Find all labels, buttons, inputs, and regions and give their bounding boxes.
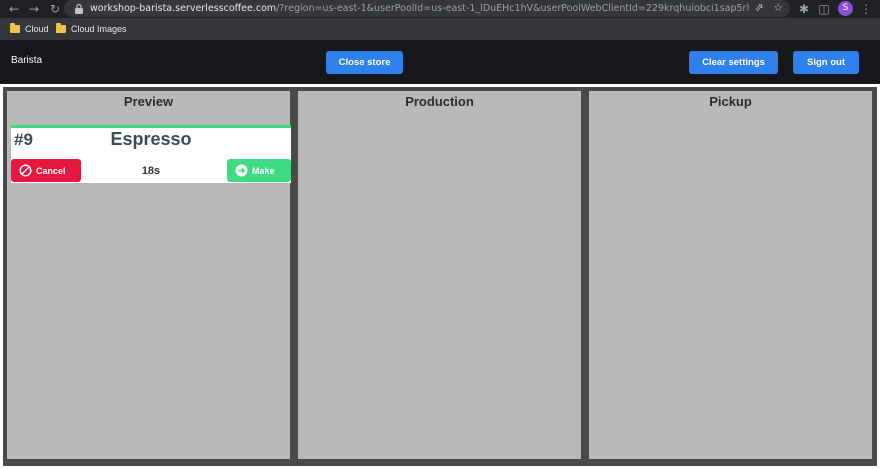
column-preview: Preview #9 Espresso 18s Cancel Make [7,91,291,459]
app-header: Barista Close store Clear settings Sign … [0,40,880,84]
column-production: Production [298,91,581,459]
forward-icon[interactable]: → [26,1,42,17]
column-title: Production [405,94,474,109]
url-text: workshop-barista.serverlesscoffee.com/?r… [90,3,750,14]
menu-icon[interactable]: ⋮ [858,1,874,17]
close-store-button[interactable]: Close store [326,51,403,74]
bookmark-label: Cloud [25,24,49,34]
make-button[interactable]: Make [227,159,291,182]
column-pickup: Pickup [589,91,872,459]
drink-name: Espresso [110,129,192,149]
cancel-icon [19,164,32,177]
cancel-button[interactable]: Cancel [11,159,81,182]
reload-icon[interactable]: ↻ [47,1,63,17]
address-bar[interactable]: workshop-barista.serverlesscoffee.com/?r… [64,0,790,17]
brand-title: Barista [11,55,43,66]
order-board: Preview #9 Espresso 18s Cancel Make Prod… [0,84,880,469]
side-panel-icon[interactable]: ◫ [816,1,832,17]
star-icon[interactable]: ☆ [771,1,785,15]
sign-out-button[interactable]: Sign out [793,51,859,74]
folder-icon [56,23,66,33]
bookmark-label: Cloud Images [71,24,127,34]
board-frame: Preview #9 Espresso 18s Cancel Make Prod… [3,87,877,466]
order-card: #9 Espresso 18s Cancel Make [11,125,291,183]
arrow-right-circle-icon [235,164,248,177]
folder-icon [10,23,20,33]
cancel-label: Cancel [36,165,66,176]
bookmark-cloud[interactable]: Cloud [10,22,49,36]
browser-toolbar: ← → ↻ workshop-barista.serverlesscoffee.… [0,0,880,18]
column-title: Pickup [709,94,752,109]
share-icon[interactable]: ⇗ [752,1,766,15]
lock-icon [75,3,83,14]
profile-avatar[interactable]: S [838,1,853,16]
bookmarks-bar: Cloud Cloud Images [0,18,880,40]
back-icon[interactable]: ← [6,1,22,17]
column-title: Preview [123,94,174,109]
extensions-icon[interactable]: ✱ [796,1,812,17]
make-label: Make [252,165,275,176]
bookmark-cloud-images[interactable]: Cloud Images [56,22,127,36]
clear-settings-button[interactable]: Clear settings [689,51,778,74]
